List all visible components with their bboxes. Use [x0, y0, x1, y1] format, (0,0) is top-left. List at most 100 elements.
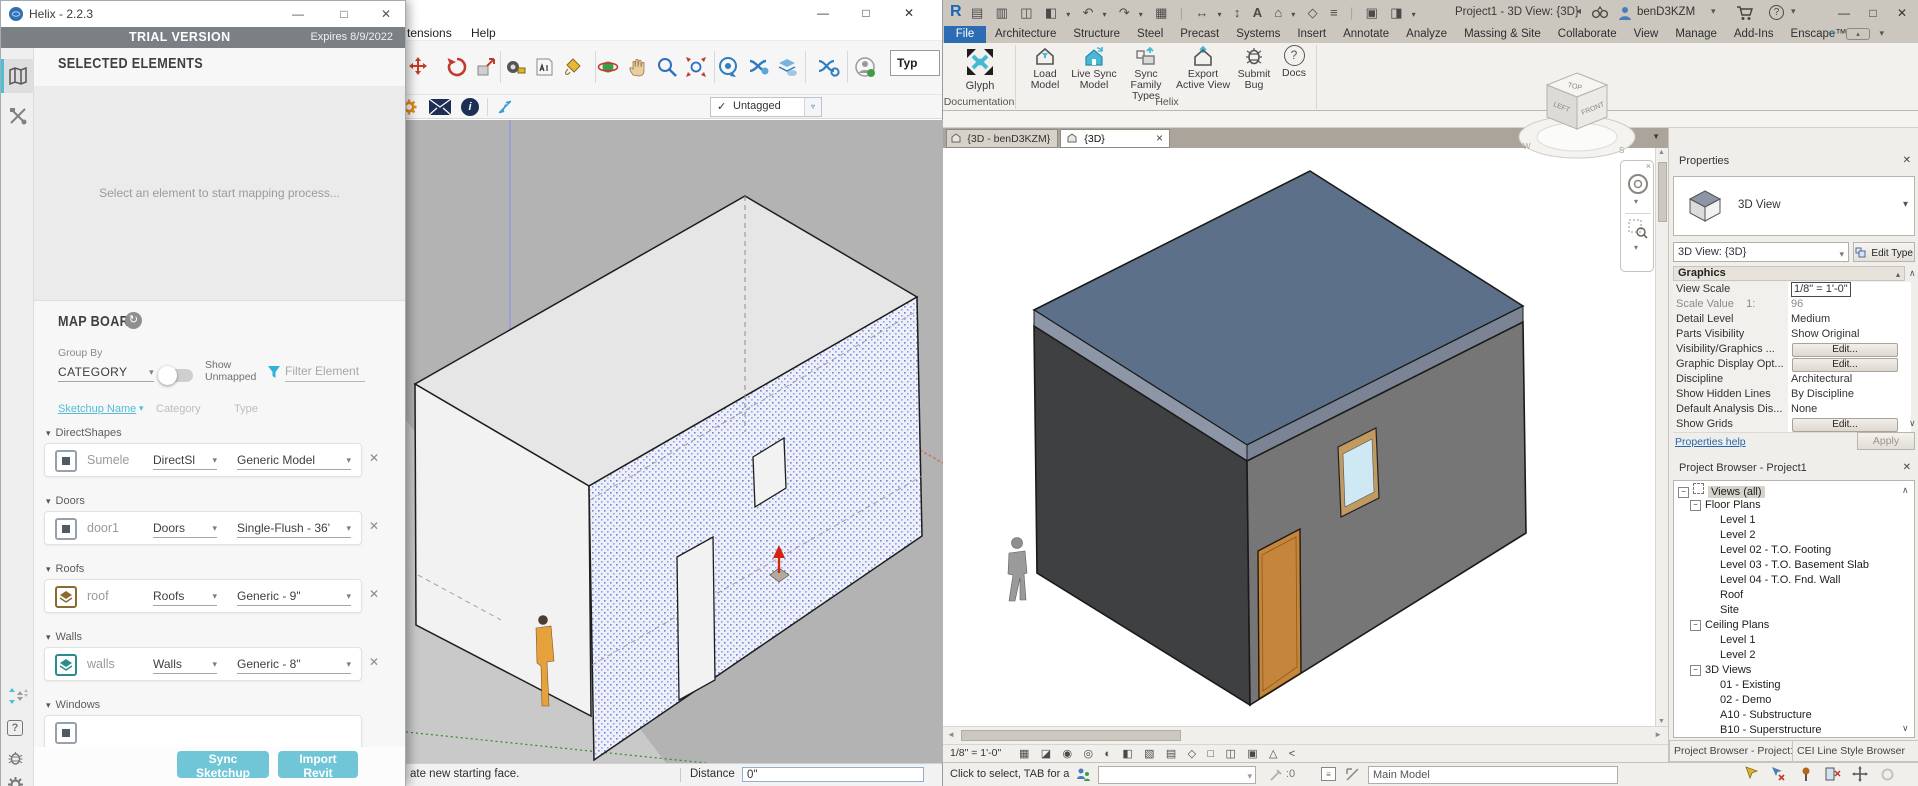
- sketchup-viewport[interactable]: [406, 120, 943, 763]
- remove-mapping-icon[interactable]: ✕: [369, 451, 379, 465]
- scroll-thumb[interactable]: [1658, 162, 1667, 222]
- tab-insert[interactable]: Insert: [1297, 26, 1326, 43]
- column-sketchup-name[interactable]: Sketchup Name: [58, 403, 136, 415]
- helix-map-plugin-icon[interactable]: [746, 55, 770, 79]
- tree-item[interactable]: Level 2: [1720, 528, 1755, 542]
- property-value[interactable]: Show Original: [1788, 327, 1911, 342]
- account-icon[interactable]: [853, 55, 877, 79]
- menu-help[interactable]: Help: [471, 26, 496, 40]
- docs-button[interactable]: ? Docs: [1277, 45, 1311, 79]
- sync-family-types-button[interactable]: SyncFamily Types: [1119, 45, 1173, 102]
- tab-collaborate[interactable]: Collaborate: [1558, 26, 1617, 43]
- helix-maximize-button[interactable]: □: [331, 5, 357, 23]
- tree-item[interactable]: B10 - Superstructure: [1720, 723, 1822, 737]
- workset-dropdown[interactable]: ▾: [1098, 766, 1256, 784]
- editable-only-icon[interactable]: [1269, 768, 1283, 782]
- background-processes-icon[interactable]: [1880, 767, 1895, 782]
- tab-manage[interactable]: Manage: [1675, 26, 1717, 43]
- scroll-left-arrow[interactable]: ◄: [947, 730, 955, 739]
- tab-steel[interactable]: Steel: [1137, 26, 1163, 43]
- chevron-down-icon[interactable]: ▾: [1066, 10, 1070, 19]
- show-crop-icon[interactable]: ▤: [1166, 748, 1176, 760]
- pin-left-icon[interactable]: ◂: [1576, 6, 1581, 17]
- text-tool-icon[interactable]: [532, 55, 556, 79]
- tree-item[interactable]: A10 - Substructure: [1720, 708, 1812, 722]
- mapping-card[interactable]: roof Roofs▾ Generic - 9"▾: [44, 579, 362, 613]
- rotate-tool-icon[interactable]: [445, 55, 469, 79]
- tab-systems[interactable]: Systems: [1236, 26, 1280, 43]
- close-icon[interactable]: ✕: [1903, 462, 1911, 473]
- tape-measure-icon[interactable]: [503, 55, 527, 79]
- close-icon[interactable]: ✕: [1903, 155, 1911, 166]
- tab-view[interactable]: View: [1634, 26, 1659, 43]
- pan-tool-icon[interactable]: [625, 55, 649, 79]
- type-selector[interactable]: 3D View ▾: [1673, 176, 1915, 236]
- navbar-close-icon[interactable]: ×: [1646, 161, 1651, 171]
- select-pinned-icon[interactable]: [1798, 766, 1814, 782]
- viewcube[interactable]: TOP LEFT FRONT W S: [1515, 57, 1640, 162]
- link-icon[interactable]: [1345, 767, 1360, 782]
- sync-sketchup-button[interactable]: Sync Sketchup: [177, 751, 269, 778]
- scroll-down-arrow[interactable]: ▼: [1658, 718, 1665, 725]
- ribbon-collapse-button[interactable]: ▴: [1846, 28, 1870, 40]
- chevron-down-icon[interactable]: ▾: [1412, 10, 1416, 19]
- category-dropdown[interactable]: Roofs▾: [153, 587, 217, 606]
- sketchup-close-button[interactable]: ✕: [896, 4, 922, 22]
- menu-extensions[interactable]: tensions: [407, 26, 452, 40]
- sun-path-icon[interactable]: ◎: [1083, 748, 1093, 760]
- panel-label-helix[interactable]: Helix: [1019, 96, 1315, 108]
- chevron-down-icon[interactable]: ▾: [1634, 243, 1638, 252]
- tree-section-floor-plans[interactable]: −Floor Plans: [1690, 498, 1761, 512]
- scale-icon[interactable]: ▦: [1019, 748, 1029, 760]
- tab-enscape[interactable]: Enscape™: [1791, 26, 1847, 43]
- column-type[interactable]: Type: [234, 403, 258, 415]
- view-scale-control[interactable]: 1/8" = 1'-0": [950, 745, 1001, 762]
- crop-view-icon[interactable]: ▧: [1144, 748, 1154, 760]
- more-tabs-icon[interactable]: »: [1830, 27, 1836, 39]
- revit-minimize-button[interactable]: —: [1831, 4, 1857, 22]
- chevron-down-icon[interactable]: ▾: [139, 403, 144, 414]
- sidebar-item-tools[interactable]: [1, 99, 34, 133]
- helix-layers-plugin-icon[interactable]: [775, 55, 799, 79]
- envelope-icon[interactable]: [427, 98, 453, 116]
- sketchup-minimize-button[interactable]: —: [810, 4, 836, 22]
- collapse-icon[interactable]: −: [1690, 500, 1701, 511]
- tab-precast[interactable]: Precast: [1180, 26, 1219, 43]
- property-value[interactable]: Architectural: [1788, 372, 1911, 387]
- tab-architecture[interactable]: Architecture: [995, 26, 1056, 43]
- edit-button[interactable]: Edit...: [1792, 358, 1898, 372]
- lock-view-icon[interactable]: ◇: [1188, 748, 1196, 760]
- chevron-down-icon[interactable]: ▿: [804, 98, 821, 116]
- measure-icon[interactable]: ↔: [1195, 5, 1208, 20]
- revit-maximize-button[interactable]: □: [1860, 4, 1886, 22]
- sketchup-maximize-button[interactable]: □: [853, 4, 879, 22]
- mapping-card[interactable]: walls Walls▾ Generic - 8"▾: [44, 647, 362, 681]
- property-value[interactable]: 1/8" = 1'-0": [1788, 282, 1911, 297]
- edit-type-button[interactable]: Edit Type: [1853, 242, 1915, 262]
- reveal-hidden-icon[interactable]: ◫: [1225, 748, 1235, 760]
- steering-wheel-icon[interactable]: [1627, 173, 1649, 195]
- select-underlay-icon[interactable]: [1770, 766, 1786, 782]
- tab-list-icon[interactable]: ▼: [1652, 132, 1660, 141]
- filter-icon[interactable]: [267, 365, 281, 379]
- settings-gear-icon[interactable]: [7, 776, 24, 786]
- remove-mapping-icon[interactable]: ✕: [369, 519, 379, 533]
- mapping-card[interactable]: Sumele DirectSl▾ Generic Model▾: [44, 443, 362, 477]
- design-options-icon[interactable]: ≡: [1321, 767, 1336, 781]
- chevron-down-icon[interactable]: ▾: [1903, 199, 1908, 210]
- tree-item[interactable]: 02 - Demo: [1720, 693, 1771, 707]
- grid-scroll-down-icon[interactable]: ∨: [1909, 418, 1916, 429]
- drag-elements-icon[interactable]: [1852, 766, 1868, 782]
- panel-label-documentation[interactable]: Documentation: [943, 96, 1015, 108]
- type-dropdown[interactable]: Generic - 8"▾: [237, 655, 351, 674]
- helix-sync-plugin-icon[interactable]: [716, 55, 740, 79]
- chevron-down-icon[interactable]: ▾: [1634, 197, 1638, 206]
- chevron-down-icon[interactable]: ▾: [1217, 10, 1221, 19]
- worksets-icon[interactable]: [1076, 767, 1092, 783]
- tree-item[interactable]: Level 02 - T.O. Footing: [1720, 543, 1831, 557]
- browser-tab-project[interactable]: Project Browser - Project1: [1669, 740, 1793, 762]
- browser-tab-line-styles[interactable]: CEI Line Style Browser: [1793, 740, 1918, 762]
- chevron-down-icon[interactable]: ▾: [1291, 10, 1295, 19]
- category-dropdown[interactable]: Walls▾: [153, 655, 217, 674]
- select-elements-by-face-icon[interactable]: [1825, 766, 1841, 782]
